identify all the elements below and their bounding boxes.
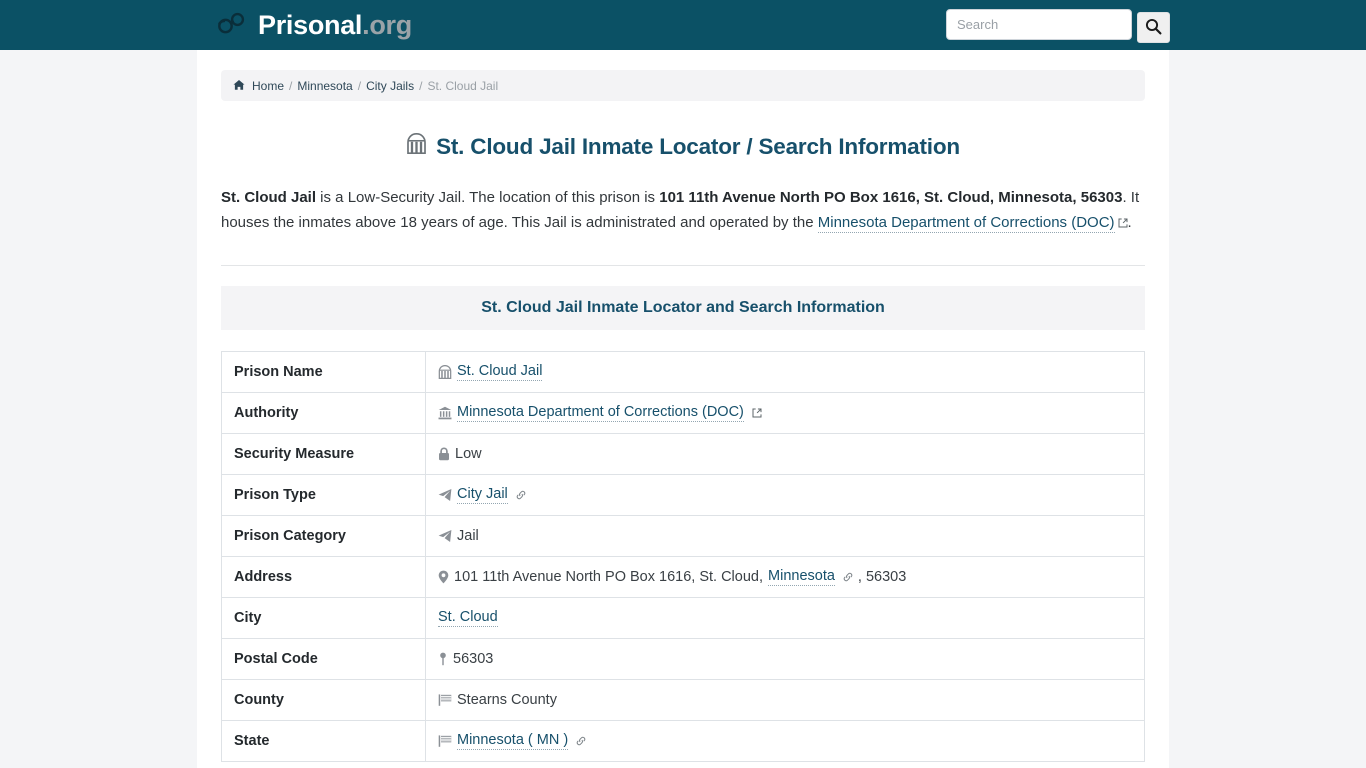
- breadcrumb-separator: /: [419, 78, 423, 93]
- flag-icon: [438, 734, 452, 748]
- external-link-icon: [752, 406, 762, 422]
- row-value-security-measure: Low: [425, 433, 1145, 475]
- bank-icon: [438, 406, 452, 420]
- row-value-prison-name: St. Cloud Jail: [425, 351, 1145, 393]
- row-label-state: State: [221, 720, 426, 762]
- paper-plane-icon: [438, 529, 452, 543]
- row-label-address: Address: [221, 556, 426, 598]
- state-link[interactable]: Minnesota ( MN ): [457, 732, 569, 750]
- row-value-prison-category: Jail: [425, 515, 1145, 557]
- table-caption: St. Cloud Jail Inmate Locator and Search…: [221, 286, 1145, 330]
- table-row: Postal Code 56303: [221, 638, 1145, 680]
- row-label-city: City: [221, 597, 426, 639]
- breadcrumb: Home / Minnesota / City Jails / St. Clou…: [221, 70, 1145, 101]
- row-value-authority: Minnesota Department of Corrections (DOC…: [425, 392, 1145, 434]
- intro-authority-link[interactable]: Minnesota Department of Corrections (DOC…: [817, 213, 1115, 233]
- flag-icon: [438, 693, 452, 707]
- intro-address: 101 11th Avenue North PO Box 1616, St. C…: [659, 189, 1123, 206]
- row-value-address: 101 11th Avenue North PO Box 1616, St. C…: [425, 556, 1145, 598]
- breadcrumb-separator: /: [289, 78, 293, 93]
- intro-paragraph: St. Cloud Jail is a Low-Security Jail. T…: [221, 186, 1145, 235]
- row-label-prison-category: Prison Category: [221, 515, 426, 557]
- search-button[interactable]: [1137, 12, 1170, 43]
- row-value-city: St. Cloud: [425, 597, 1145, 639]
- site-header: Prisonal.org: [0, 0, 1366, 50]
- table-row: County Stearns County: [221, 679, 1145, 721]
- breadcrumb-item-minnesota[interactable]: Minnesota: [297, 79, 352, 93]
- link-icon: [516, 488, 526, 504]
- table-row: City St. Cloud: [221, 597, 1145, 639]
- external-link-icon: [1118, 215, 1128, 232]
- home-icon: [233, 79, 245, 94]
- row-value-state: Minnesota ( MN ): [425, 720, 1145, 762]
- brand-tld: .org: [362, 9, 412, 40]
- lock-icon: [438, 447, 450, 461]
- table-row: Prison Type City Jail: [221, 474, 1145, 516]
- page-title: St. Cloud Jail Inmate Locator / Search I…: [221, 132, 1145, 160]
- table-row: Prison Name St. Cloud Jail: [221, 351, 1145, 393]
- security-measure-value: Low: [455, 446, 482, 462]
- search-form: [946, 9, 1170, 43]
- page-title-text: St. Cloud Jail Inmate Locator / Search I…: [436, 133, 960, 159]
- jail-door-icon: [438, 365, 452, 379]
- row-label-county: County: [221, 679, 426, 721]
- intro-text-1: is a Low-Security Jail. The location of …: [316, 189, 660, 206]
- intro-text-3: .: [1127, 213, 1132, 231]
- prison-name-link[interactable]: St. Cloud Jail: [457, 363, 543, 381]
- breadcrumb-item-city-jails[interactable]: City Jails: [366, 79, 414, 93]
- row-value-postal-code: 56303: [425, 638, 1145, 680]
- jail-door-icon: [406, 132, 427, 160]
- intro-prison-name: St. Cloud Jail: [221, 189, 317, 206]
- table-row: Address 101 11th Avenue North PO Box 161…: [221, 556, 1145, 598]
- link-icon: [843, 570, 853, 586]
- row-label-prison-type: Prison Type: [221, 474, 426, 516]
- map-marker-icon: [438, 570, 449, 584]
- paper-plane-icon: [438, 488, 452, 502]
- breadcrumb-separator: /: [357, 78, 362, 93]
- brand-text: Prisonal.org: [258, 9, 412, 40]
- table-row: State Minnesota ( MN ): [221, 720, 1145, 762]
- row-value-county: Stearns County: [425, 679, 1145, 721]
- handcuffs-icon: [216, 11, 246, 40]
- map-pin-icon: [438, 652, 448, 666]
- row-label-postal-code: Postal Code: [221, 638, 426, 680]
- brand-name: Prisonal: [258, 9, 363, 40]
- content-container: Home / Minnesota / City Jails / St. Clou…: [197, 50, 1169, 768]
- row-value-prison-type: City Jail: [425, 474, 1145, 516]
- link-icon: [576, 734, 586, 750]
- section-divider: [221, 265, 1145, 266]
- row-label-prison-name: Prison Name: [221, 351, 426, 393]
- county-value: Stearns County: [457, 692, 557, 708]
- city-link[interactable]: St. Cloud: [438, 609, 498, 627]
- table-row: Authority Minnesota Department of Correc…: [221, 392, 1145, 434]
- table-row: Prison Category Jail: [221, 515, 1145, 557]
- row-label-security-measure: Security Measure: [221, 433, 426, 475]
- address-state-link[interactable]: Minnesota: [768, 568, 835, 586]
- prison-type-link[interactable]: City Jail: [457, 486, 508, 504]
- postal-code-value: 56303: [453, 651, 494, 667]
- site-logo[interactable]: Prisonal.org: [216, 11, 412, 40]
- prison-info-table: Prison Name St. Cloud Jail Authority Min…: [221, 351, 1145, 762]
- address-postal-tail: , 56303: [857, 569, 907, 585]
- row-label-authority: Authority: [221, 392, 426, 434]
- prison-category-value: Jail: [457, 528, 479, 544]
- authority-link[interactable]: Minnesota Department of Corrections (DOC…: [457, 404, 744, 422]
- table-row: Security Measure Low: [221, 433, 1145, 475]
- breadcrumb-item-current: St. Cloud Jail: [427, 78, 499, 93]
- address-text: 101 11th Avenue North PO Box 1616, St. C…: [454, 569, 764, 585]
- search-icon: [1145, 18, 1162, 38]
- search-input[interactable]: [946, 9, 1132, 40]
- breadcrumb-item-home[interactable]: Home: [252, 79, 284, 93]
